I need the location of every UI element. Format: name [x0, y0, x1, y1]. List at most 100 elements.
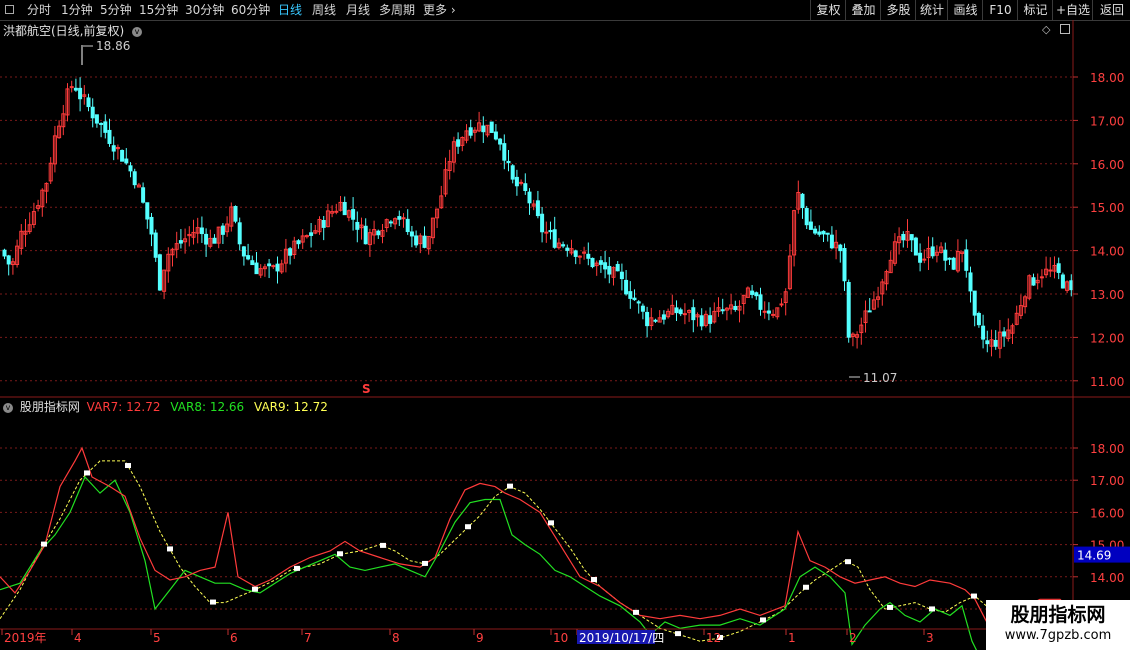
period-tab-15min[interactable]: 15分钟: [139, 0, 178, 20]
candle-body: [246, 255, 251, 260]
candle-body: [561, 244, 566, 247]
back-button[interactable]: 返回: [1092, 0, 1130, 20]
candle-body: [99, 122, 104, 125]
candle-body: [120, 149, 125, 162]
candle-body: [149, 216, 154, 235]
candle-body: [233, 206, 238, 222]
candle-body: [414, 235, 419, 246]
var9-signal-marker: [760, 617, 766, 623]
candle-body: [586, 253, 591, 259]
overlay-button[interactable]: 叠加: [845, 0, 881, 20]
main-y-tick-label: 12.00: [1090, 331, 1124, 345]
var9-signal-marker: [125, 463, 131, 469]
chart-area[interactable]: 18.86 11.07 S 18.00 17.00 16.00 15.00 14.00 13.…: [0, 20, 1130, 650]
candle-body: [821, 230, 826, 235]
candle-body: [754, 292, 759, 297]
candle-body: [275, 263, 280, 272]
add-favorite-button[interactable]: +自选: [1052, 0, 1093, 20]
var9-signal-marker: [84, 470, 90, 476]
f10-button[interactable]: F10: [982, 0, 1018, 20]
candle-body: [288, 248, 293, 256]
period-tab-more[interactable]: 更多 ›: [423, 0, 456, 20]
candle-body: [153, 232, 158, 258]
candle-body: [409, 231, 414, 237]
main-y-tick-label: 14.00: [1090, 245, 1124, 259]
candle-body: [913, 237, 918, 256]
sell-signal-marker: S: [362, 382, 371, 396]
time-axis-label: 2019年: [4, 631, 47, 645]
candle-body: [922, 258, 927, 261]
period-tab-weekly[interactable]: 周线: [312, 0, 336, 20]
menu-square-icon[interactable]: [5, 5, 14, 14]
candle-body: [401, 217, 406, 220]
candle-body: [750, 290, 755, 295]
var9-signal-marker: [675, 631, 681, 637]
candle-body: [212, 237, 217, 244]
candle-body: [220, 225, 225, 235]
period-tab-30min[interactable]: 30分钟: [185, 0, 224, 20]
candle-body: [808, 221, 813, 230]
candle-body: [514, 176, 519, 187]
var9-signal-marker: [167, 546, 173, 552]
candle-body: [619, 271, 624, 280]
candle-body: [94, 114, 99, 124]
candle-body: [733, 306, 738, 311]
candle-body: [598, 260, 603, 265]
candle-body: [388, 221, 393, 224]
candle-body: [309, 232, 314, 236]
multi-stock-button[interactable]: 多股: [880, 0, 916, 20]
time-axis-label: 4: [74, 631, 82, 645]
candle-body: [468, 127, 473, 136]
candle-body: [607, 265, 612, 275]
main-y-tick-label: 15.00: [1090, 201, 1124, 215]
period-tab-1min[interactable]: 1分钟: [61, 0, 93, 20]
time-axis-label: 5: [153, 631, 161, 645]
candle-body: [817, 231, 822, 235]
var9-signal-marker: [337, 551, 343, 557]
candle-body: [397, 216, 402, 220]
candle-body: [771, 313, 776, 316]
period-tab-multi[interactable]: 多周期: [379, 0, 415, 20]
main-y-tick-label: 11.00: [1090, 375, 1124, 389]
candle-body: [691, 307, 696, 321]
candle-body: [506, 160, 511, 164]
candle-body: [993, 339, 998, 347]
candle-body: [1048, 269, 1053, 272]
mark-button[interactable]: 标记: [1017, 0, 1053, 20]
candle-body: [674, 307, 679, 314]
period-tab-5min[interactable]: 5分钟: [100, 0, 132, 20]
candle-body: [779, 303, 784, 306]
draw-line-button[interactable]: 画线: [947, 0, 983, 20]
restore-rights-button[interactable]: 复权: [810, 0, 846, 20]
candle-body: [678, 309, 683, 315]
candle-body: [720, 309, 725, 312]
statistics-button[interactable]: 统计: [915, 0, 948, 20]
candle-body: [901, 233, 906, 241]
candle-body: [73, 87, 78, 91]
time-axis-label: 3: [926, 631, 934, 645]
candle-body: [964, 249, 969, 271]
candle-body: [548, 230, 553, 233]
candle-body: [624, 279, 629, 295]
candle-body: [1056, 263, 1061, 273]
candle-body: [590, 257, 595, 268]
candle-body: [296, 240, 301, 245]
time-axis-label: 8: [392, 631, 400, 645]
time-axis-label: 2: [849, 631, 857, 645]
candle-body: [577, 255, 582, 258]
candle-body: [145, 202, 150, 220]
candle-body: [422, 235, 427, 248]
candle-body: [682, 313, 687, 316]
candle-body: [813, 228, 818, 234]
candle-body: [968, 272, 973, 292]
period-tab-monthly[interactable]: 月线: [346, 0, 370, 20]
candle-body: [69, 86, 74, 89]
candle-body: [909, 234, 914, 241]
var9-signal-marker: [803, 584, 809, 590]
candle-body: [250, 260, 255, 266]
candle-body: [334, 210, 339, 213]
period-tab-fenshi[interactable]: 分时: [27, 0, 51, 20]
main-y-tick-label: 13.00: [1090, 288, 1124, 302]
period-tab-daily[interactable]: 日线: [278, 0, 302, 20]
period-tab-60min[interactable]: 60分钟: [231, 0, 270, 20]
